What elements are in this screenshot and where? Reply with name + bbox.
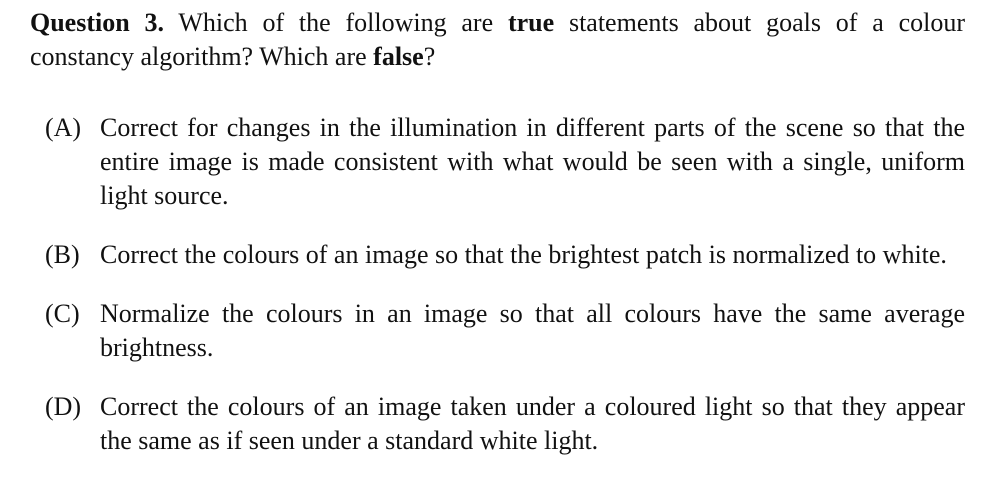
option-c-text: Normalize the colours in an image so tha…: [100, 299, 965, 362]
false-keyword: false: [373, 42, 424, 71]
question-text-part-3: ?: [423, 42, 436, 71]
option-b-letter: (B): [45, 240, 80, 269]
option-d-letter: (D): [45, 392, 82, 421]
option-d-text: Correct the colours of an image taken un…: [100, 392, 965, 455]
option-c: (C) Normalize the colours in an image so…: [30, 297, 965, 365]
option-d: (D) Correct the colours of an image take…: [30, 390, 965, 458]
option-a: (A) Correct for changes in the illuminat…: [30, 111, 965, 213]
question-page: Question 3. Which of the following are t…: [30, 6, 965, 458]
option-a-text: Correct for changes in the illumination …: [100, 113, 965, 210]
option-b-text: Correct the colours of an image so that …: [100, 240, 947, 269]
option-b: (B) Correct the colours of an image so t…: [30, 238, 965, 272]
true-keyword: true: [507, 8, 555, 37]
question-text-part-1: Which of the following are: [164, 8, 508, 37]
question-prompt: Question 3. Which of the following are t…: [30, 6, 965, 74]
answer-options-list: (A) Correct for changes in the illuminat…: [30, 111, 965, 458]
option-c-letter: (C): [45, 299, 80, 328]
option-a-letter: (A): [45, 113, 82, 142]
question-label: Question 3.: [30, 8, 164, 37]
